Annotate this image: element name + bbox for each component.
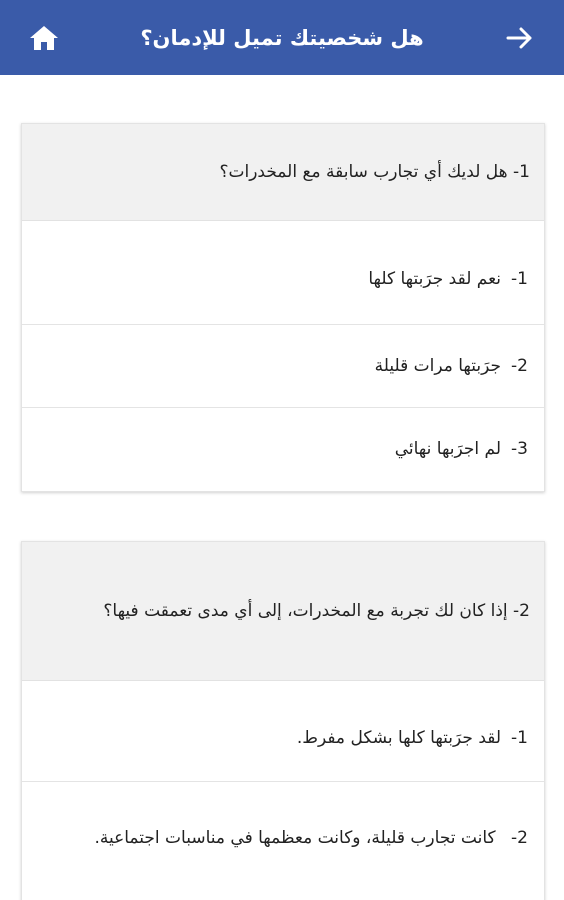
question-text: هل لديك أي تجارب سابقة مع المخدرات؟ xyxy=(219,162,508,182)
answer-option[interactable]: 2- كانت تجارب قليلة، وكانت معظمها في منا… xyxy=(22,782,544,894)
answer-option[interactable]: 2- جرَبتها مرات قليلة xyxy=(22,325,544,408)
home-icon xyxy=(30,25,58,50)
arrow-right-icon xyxy=(506,27,532,48)
back-button[interactable] xyxy=(498,16,542,60)
page-title: هل شخصيتك تميل للإدمان؟ xyxy=(140,25,424,50)
option-number: 1- xyxy=(511,269,528,289)
option-number: 1- xyxy=(511,727,528,748)
option-number: 2- xyxy=(511,355,528,376)
home-button[interactable] xyxy=(22,16,66,60)
option-text: نعم لقد جرَبتها كلها xyxy=(368,269,502,289)
option-number: 3- xyxy=(511,439,528,459)
question-header: 2- إذا كان لك تجربة مع المخدرات، إلى أي … xyxy=(22,542,544,681)
question-card: 1- هل لديك أي تجارب سابقة مع المخدرات؟ 1… xyxy=(21,123,545,492)
answer-option[interactable]: 1- لقد جرَبتها كلها بشكل مفرط. xyxy=(22,681,544,782)
app-bar: هل شخصيتك تميل للإدمان؟ xyxy=(0,0,564,75)
question-number: 1- xyxy=(513,162,530,182)
answer-option[interactable]: 3- لم اجرَبها نهائي xyxy=(22,408,544,491)
option-number: 2- xyxy=(511,827,528,848)
option-text: لقد جرَبتها كلها بشكل مفرط. xyxy=(296,727,502,748)
question-header: 1- هل لديك أي تجارب سابقة مع المخدرات؟ xyxy=(22,124,544,221)
question-text: إذا كان لك تجربة مع المخدرات، إلى أي مدى… xyxy=(103,601,508,621)
question-number: 2- xyxy=(513,601,530,621)
content: 1- هل لديك أي تجارب سابقة مع المخدرات؟ 1… xyxy=(0,75,564,900)
question-card: 2- إذا كان لك تجربة مع المخدرات، إلى أي … xyxy=(21,541,545,900)
option-text: لم اجرَبها نهائي xyxy=(394,439,502,459)
option-text: كانت تجارب قليلة، وكانت معظمها في مناسبا… xyxy=(94,827,496,848)
answer-option[interactable]: 1- نعم لقد جرَبتها كلها xyxy=(22,221,544,325)
option-text: جرَبتها مرات قليلة xyxy=(374,355,502,376)
